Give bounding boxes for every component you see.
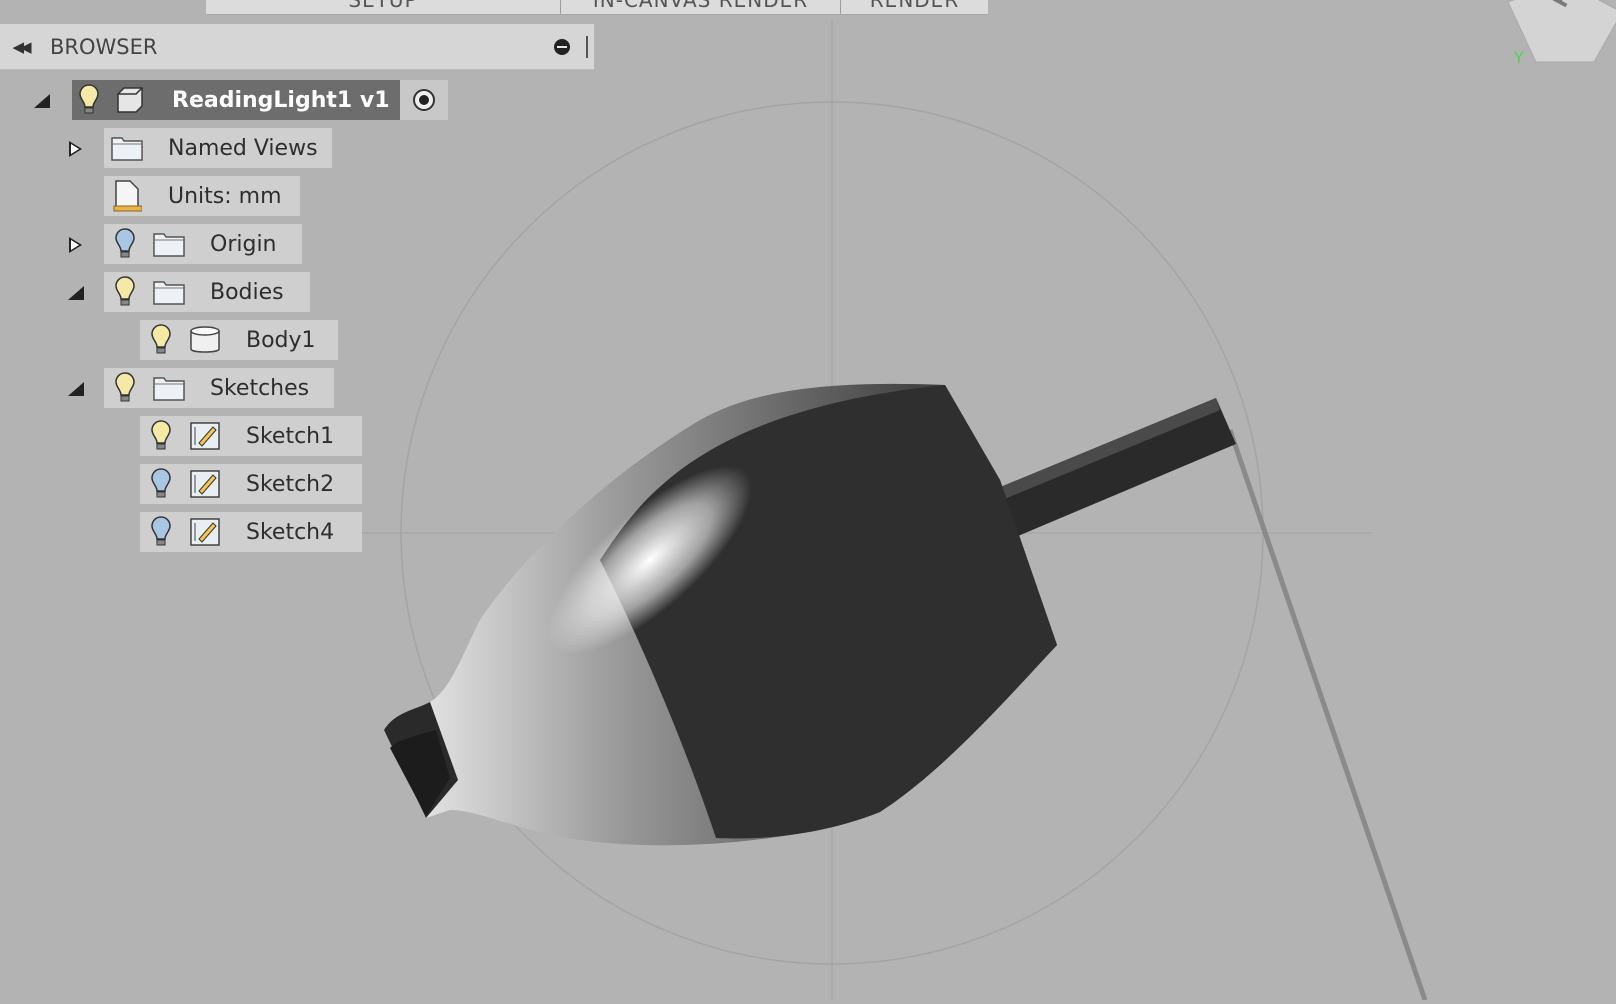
lightbulb-on-icon[interactable]: [114, 276, 136, 308]
panel-resize-grip[interactable]: [586, 36, 588, 58]
tree-item-label: Named Views: [168, 135, 318, 161]
lightbulb-on-icon[interactable]: [150, 324, 172, 356]
sketch-icon: [188, 469, 222, 499]
tree-item-label: Sketch2: [246, 471, 335, 497]
pin-icon[interactable]: [554, 39, 570, 55]
radio-activate-icon[interactable]: [400, 80, 448, 120]
lightbulb-on-icon[interactable]: [150, 420, 172, 452]
document-icon: [110, 180, 144, 212]
folder-icon: [152, 230, 186, 258]
lightbulb-on-icon[interactable]: [78, 84, 100, 116]
tree-item-label: Body1: [246, 327, 316, 353]
tab-setup[interactable]: SETUP: [206, 0, 561, 14]
tree-root-component[interactable]: ReadingLight1 v1: [72, 80, 400, 120]
browser-title: BROWSER: [50, 34, 158, 59]
tree-item-sketches[interactable]: Sketches: [104, 368, 334, 408]
root-component-label: ReadingLight1 v1: [172, 87, 390, 113]
folder-icon: [152, 278, 186, 306]
sketches-expander[interactable]: [66, 379, 86, 399]
tree-item-body1[interactable]: Body1: [140, 320, 338, 360]
lightbulb-off-icon[interactable]: [150, 516, 172, 548]
tab-in-canvas-render[interactable]: IN-CANVAS RENDER: [561, 0, 841, 14]
tree-item-label: Origin: [210, 231, 277, 257]
tab-render[interactable]: RENDER: [841, 0, 988, 14]
folder-icon: [152, 374, 186, 402]
named-views-expander[interactable]: [66, 139, 86, 159]
tree-item-label: Sketches: [210, 375, 310, 401]
sketch-line: [1227, 429, 1428, 1001]
origin-expander[interactable]: [66, 235, 86, 255]
folder-icon: [110, 134, 144, 162]
tree-item-named-views[interactable]: Named Views: [104, 128, 332, 168]
component-box-icon: [114, 85, 146, 115]
tree-item-label: Bodies: [210, 279, 284, 305]
lightbulb-off-icon[interactable]: [114, 228, 136, 260]
bodies-expander[interactable]: [66, 283, 86, 303]
tree-item-bodies[interactable]: Bodies: [104, 272, 310, 312]
threaded-rod: [998, 398, 1236, 536]
lightbulb-off-icon[interactable]: [150, 468, 172, 500]
tree-item-origin[interactable]: Origin: [104, 224, 302, 264]
tree-item-label: Sketch1: [246, 423, 335, 449]
tree-item-sketch1[interactable]: Sketch1: [140, 416, 362, 456]
tree-item-units[interactable]: Units: mm: [104, 176, 300, 216]
browser-panel-header: ◀◀ BROWSER: [0, 24, 594, 70]
lightbulb-on-icon[interactable]: [114, 372, 136, 404]
y-axis-label: Y: [1514, 48, 1524, 67]
tree-item-sketch2[interactable]: Sketch2: [140, 464, 362, 504]
body-cylinder-icon: [188, 325, 222, 355]
sketch-icon: [188, 421, 222, 451]
tree-item-sketch4[interactable]: Sketch4: [140, 512, 362, 552]
tree-item-label: Sketch4: [246, 519, 335, 545]
lamp-shade-body: [384, 383, 1057, 846]
tree-item-label: Units: mm: [168, 183, 282, 209]
double-chevron-left-icon[interactable]: ◀◀: [4, 38, 36, 56]
root-expander[interactable]: [32, 91, 52, 111]
render-workspace-tabs: SETUP IN-CANVAS RENDER RENDER: [206, 0, 988, 15]
sketch-icon: [188, 517, 222, 547]
